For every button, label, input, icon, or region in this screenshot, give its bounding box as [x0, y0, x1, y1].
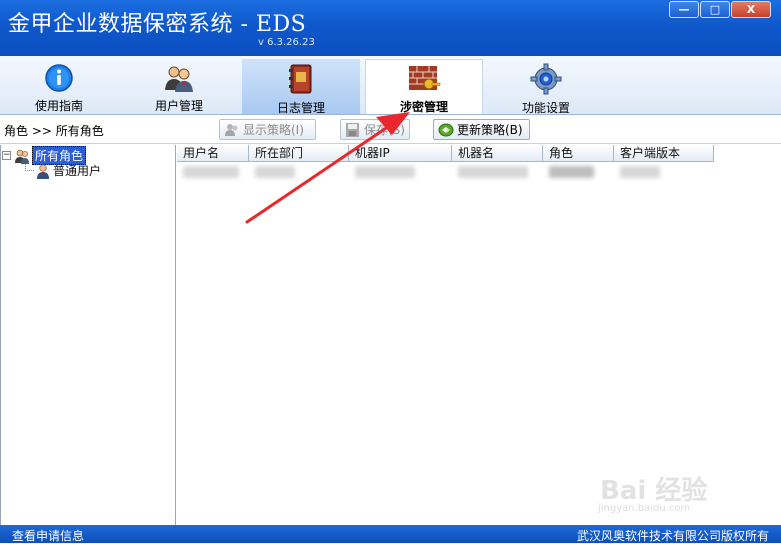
tab-confidential-management[interactable]: 涉密管理 — [365, 59, 483, 114]
save-label: 保存(S) — [364, 123, 405, 137]
collapse-icon[interactable]: − — [2, 151, 11, 160]
log-book-icon — [284, 63, 318, 95]
tab-function-settings[interactable]: 功能设置 — [487, 59, 605, 115]
update-policy-button[interactable]: 更新策略(B) — [433, 119, 530, 140]
watermark-logo: Bai 经验 — [600, 476, 708, 506]
users-icon — [14, 148, 30, 164]
tab-user-management[interactable]: 用户管理 — [120, 59, 238, 114]
tree-node-label: 普通用户 — [53, 164, 102, 178]
watermark-url: jingyan.baidu.com — [598, 503, 691, 514]
tab-label: 日志管理 — [276, 101, 325, 115]
copyright-text: 武汉风奥软件技术有限公司版权所有 — [576, 529, 769, 543]
show-policy-label: 显示策略(I) — [243, 123, 304, 137]
table-cell — [249, 163, 349, 181]
column-header-username[interactable]: 用户名 — [177, 145, 249, 162]
refresh-icon — [438, 123, 454, 137]
column-header-role[interactable]: 角色 — [543, 145, 614, 162]
tab-label: 使用指南 — [34, 99, 83, 113]
table-cell — [452, 163, 543, 181]
app-version: v 6.3.26.23 — [258, 37, 315, 48]
status-bar: 查看申请信息 武汉风奥软件技术有限公司版权所有 — [0, 525, 781, 543]
tab-user-guide[interactable]: 使用指南 — [0, 59, 118, 114]
table-header: 用户名 所在部门 机器IP 机器名 角色 客户端版本 — [177, 145, 714, 162]
update-policy-label: 更新策略(B) — [457, 123, 523, 137]
tab-label: 功能设置 — [521, 101, 570, 115]
gear-icon — [529, 63, 563, 95]
column-header-department[interactable]: 所在部门 — [249, 145, 349, 162]
floppy-disk-icon — [345, 122, 361, 137]
firewall-key-icon — [407, 64, 441, 94]
breadcrumb: 角色 >> 所有角色 — [4, 124, 104, 138]
table-cell — [614, 163, 714, 181]
table-row[interactable] — [177, 163, 714, 181]
users-icon — [224, 123, 240, 137]
table-cell — [177, 163, 249, 181]
show-policy-button[interactable]: 显示策略(I) — [219, 119, 316, 140]
column-header-machine-ip[interactable]: 机器IP — [349, 145, 452, 162]
tab-label: 用户管理 — [154, 99, 203, 113]
role-tree: − 所有角色 普通用户 — [0, 145, 176, 525]
users-icon — [162, 63, 196, 93]
window-controls: — □ X — [669, 1, 771, 18]
tree-connector — [25, 170, 34, 171]
info-icon — [42, 63, 76, 93]
save-button[interactable]: 保存(S) — [340, 119, 410, 140]
tab-label: 涉密管理 — [399, 100, 448, 114]
title-bar: 金甲企业数据保密系统 - EDS v 6.3.26.23 — □ X — [0, 0, 781, 56]
user-icon — [35, 163, 51, 179]
app-title: 金甲企业数据保密系统 - EDS — [8, 12, 307, 37]
minimize-button[interactable]: — — [669, 1, 699, 18]
tab-log-management[interactable]: 日志管理 — [242, 59, 360, 115]
maximize-button[interactable]: □ — [700, 1, 730, 18]
view-application-info-link[interactable]: 查看申请信息 — [12, 527, 84, 544]
action-bar: 角色 >> 所有角色 显示策略(I) 保存(S) 更新策略(B) — [0, 116, 781, 144]
tree-node-regular-user[interactable]: 普通用户 — [35, 162, 101, 179]
column-header-machine-name[interactable]: 机器名 — [452, 145, 543, 162]
close-button[interactable]: X — [731, 1, 771, 18]
table-cell — [543, 163, 614, 181]
main-toolbar: 使用指南 用户管理 日志管理 涉密管理 功能设置 — [0, 56, 781, 115]
column-header-client-version[interactable]: 客户端版本 — [614, 145, 714, 162]
table-cell — [349, 163, 452, 181]
user-table: 用户名 所在部门 机器IP 机器名 角色 客户端版本 — [177, 145, 781, 525]
